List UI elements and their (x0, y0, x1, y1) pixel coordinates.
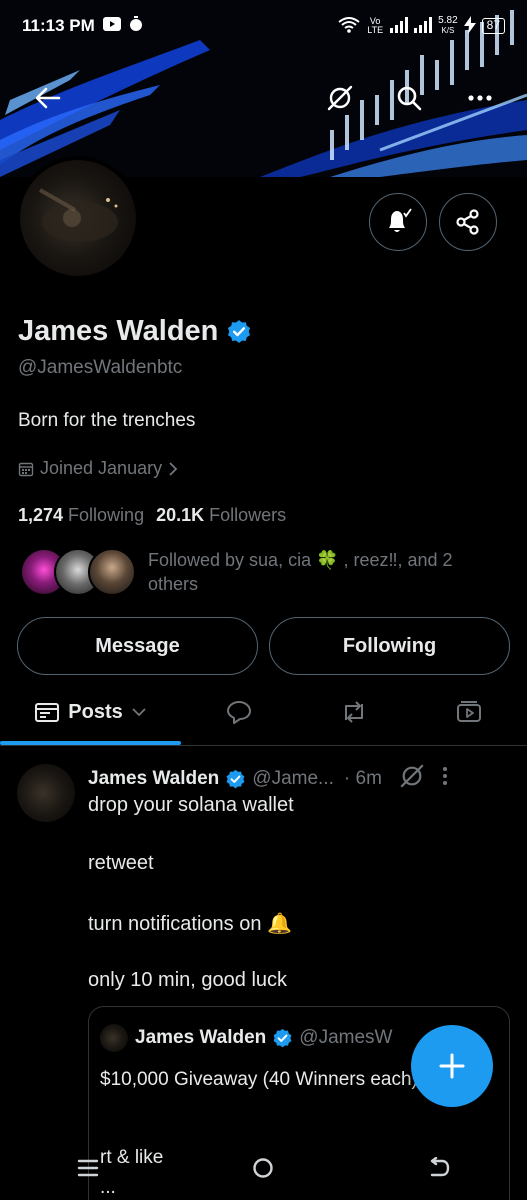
compose-plus-icon (439, 1053, 465, 1079)
verified-badge-icon (228, 319, 251, 343)
return-icon (430, 1156, 450, 1176)
tab-reposts[interactable] (312, 680, 396, 744)
share-button[interactable] (439, 193, 497, 251)
profile-name-row: James Walden (18, 315, 252, 348)
battery-indicator: 87 (481, 18, 505, 34)
signal-icon-1 (390, 16, 409, 36)
more-icon (468, 95, 492, 101)
home-circle-icon (253, 1157, 274, 1178)
grok-icon (400, 764, 424, 788)
following-count: 1,274 (18, 505, 64, 525)
follow-stats: 1,274 Following 20.1K Followers (18, 505, 286, 526)
timer-icon (129, 15, 143, 37)
back-arrow-icon (35, 87, 61, 109)
menu-lines-icon (77, 1159, 99, 1176)
quoted-author-handle: @JamesW (299, 1027, 393, 1048)
volte-indicator: Vo LTE (367, 16, 384, 35)
calendar-icon (18, 462, 34, 476)
media-icon (457, 701, 481, 722)
avatar-photo (39, 188, 118, 242)
post-author-avatar[interactable] (17, 764, 75, 822)
grok-icon (327, 85, 353, 111)
verified-badge-icon (226, 769, 245, 788)
home-button[interactable] (251, 1156, 275, 1185)
profile-tabs: Posts (0, 680, 527, 746)
quoted-author-avatar (100, 1024, 128, 1052)
back-button[interactable] (26, 76, 70, 120)
followers-count: 20.1K (156, 505, 205, 525)
quoted-author-name: James Walden (135, 1027, 267, 1048)
joined-date-row[interactable]: Joined January (18, 458, 178, 479)
system-nav-bar (0, 1140, 527, 1200)
followers-stat[interactable]: 20.1K Followers (156, 505, 286, 526)
quoted-post-text: $10,000 Giveaway (40 Winners each) (100, 1069, 418, 1090)
post-text-line: drop your solana wallet (88, 794, 294, 816)
status-bar: 11:13 PM Vo LTE 5.82 K/S 87 (0, 0, 527, 52)
tab-posts-label: Posts (68, 700, 123, 723)
post-time: · 6m (343, 768, 382, 789)
post-text-line: only 10 min, good luck (88, 969, 288, 991)
compose-button[interactable] (411, 1025, 493, 1107)
status-time: 11:13 PM (22, 16, 95, 35)
retweet-icon (345, 701, 363, 723)
post-more-button[interactable] (442, 766, 448, 792)
following-stat[interactable]: 1,274 Following (18, 505, 144, 526)
post-author-handle: @Jame... (252, 768, 334, 789)
profile-name: James Walden (18, 315, 219, 347)
message-button[interactable]: Message (17, 617, 258, 675)
post-text-line: retweet (88, 852, 154, 874)
wifi-icon (338, 16, 360, 36)
profile-bio: Born for the trenches (18, 410, 196, 431)
more-button[interactable] (458, 76, 502, 120)
recent-apps-button[interactable] (76, 1158, 100, 1183)
system-back-button[interactable] (427, 1156, 451, 1184)
active-tab-indicator (0, 741, 181, 745)
joined-date: Joined January (40, 458, 163, 478)
post-author-name[interactable]: James Walden (88, 768, 219, 790)
notification-bell-icon (389, 208, 412, 232)
post-text-line: turn notifications on 🔔 (88, 913, 292, 935)
following-label: Following (68, 505, 145, 525)
search-icon (397, 86, 422, 111)
profile-avatar[interactable] (16, 156, 140, 280)
verified-badge-icon (273, 1028, 292, 1047)
net-speed-unit: K/S (441, 26, 455, 35)
net-speed: 5.82 (438, 15, 458, 26)
follower-avatar (88, 548, 136, 596)
post-grok-button[interactable] (400, 764, 424, 794)
posts-icon (35, 703, 60, 722)
notifications-button[interactable] (369, 193, 427, 251)
followed-by-text: Followed by sua, cia 🍀 , reez‼, and 2 ot… (148, 550, 453, 594)
post-header: James Walden @Jame... · 6m (88, 764, 508, 794)
youtube-icon (102, 16, 121, 36)
grok-button[interactable] (318, 76, 362, 120)
chevron-down-icon (132, 708, 146, 717)
charging-icon (463, 15, 476, 37)
more-vertical-icon (442, 767, 447, 785)
followed-by-row[interactable]: Followed by sua, cia 🍀 , reez‼, and 2 ot… (20, 548, 510, 596)
chevron-right-icon (169, 461, 178, 476)
reply-icon (227, 701, 251, 724)
quoted-post-header: James Walden @JamesW (135, 1027, 392, 1049)
profile-handle: @JamesWaldenbtc (18, 357, 183, 378)
share-icon (456, 209, 479, 235)
tab-posts[interactable]: Posts (0, 680, 181, 744)
tab-media[interactable] (427, 680, 511, 744)
signal-icon-2 (414, 16, 433, 36)
tab-replies[interactable] (197, 680, 281, 744)
search-button[interactable] (387, 76, 431, 120)
followers-label: Followers (209, 505, 287, 525)
following-button[interactable]: Following (269, 617, 510, 675)
